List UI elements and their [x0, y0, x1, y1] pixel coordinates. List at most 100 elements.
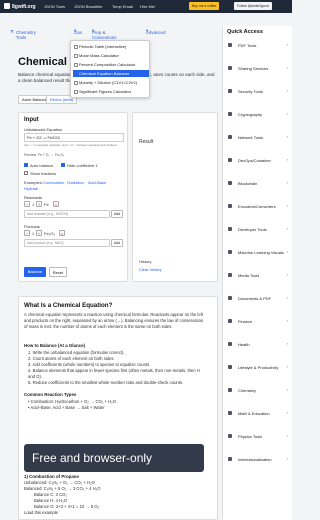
sidebar-item-documents-pdf[interactable]: Documents & PDF ›	[226, 293, 290, 303]
auto-balance-checkbox[interactable]	[24, 163, 28, 167]
sidebar-item-math-education[interactable]: Math & Education ›	[226, 408, 290, 418]
reset-button[interactable]: Reset	[49, 267, 67, 277]
sidebar-item-label: Security Tools	[238, 89, 263, 94]
example-hydrate[interactable]: Hydrate	[24, 186, 38, 191]
network-tools-icon	[228, 135, 232, 139]
sidebar-item-label: DevOps/Container	[238, 158, 271, 163]
add-reactant-input[interactable]: Add reactant (e.g., H2SO4)	[24, 210, 110, 218]
logo-icon	[4, 3, 10, 9]
sidebar-item-health[interactable]: Health ›	[226, 339, 290, 349]
sidebar-item-machine-learning-visuals[interactable]: Machine Learning Visuals ›	[226, 247, 290, 257]
chevron-right-icon: ›	[286, 249, 288, 254]
physics-tools-icon	[228, 434, 232, 438]
example-acid-base[interactable]: Acid-Base	[88, 180, 106, 185]
clear-history-link[interactable]: Clear history	[139, 267, 161, 272]
sidebar-item-label: Machine Learning Visuals	[238, 250, 284, 255]
quick-access-heading: Quick Access	[227, 29, 263, 35]
cryptography-icon	[228, 112, 232, 116]
chevron-right-icon: ›	[286, 88, 288, 93]
examples-label: Examples:	[24, 180, 43, 185]
ex1-line-h: Balance H: 4 H₂O	[34, 498, 68, 503]
chevron-right-icon: ›	[286, 364, 288, 369]
media-tools-icon	[228, 273, 232, 277]
nav-gas-dropdown[interactable]: Gas ▾	[74, 28, 82, 35]
menu-item-molarity[interactable]: Molarity + Dilution (C1V1=C2V2)	[73, 79, 149, 86]
sidebar-item-sharing-services[interactable]: Sharing Services ›	[226, 63, 290, 73]
type-acid-base: • Acid–Base: Acid + Base → Salt + Water	[28, 405, 105, 410]
menu-item-periodic-table[interactable]: Periodic Table (Interactive)	[73, 43, 149, 50]
add-product-input[interactable]: Add product (e.g., NaCl)	[24, 239, 110, 247]
menu-item-percent-composition[interactable]: Percent Composition Calculator	[73, 61, 149, 68]
heading-how-to: How to Balance (At a Glance)	[24, 343, 85, 348]
sidebar-item-label: PDF Tools	[238, 43, 257, 48]
show-fractions-checkbox[interactable]	[24, 171, 28, 175]
sidebar-item-label: Math & Education	[238, 411, 270, 416]
hide-coef-checkbox[interactable]	[61, 163, 65, 167]
example-oxidation[interactable]: Oxidation	[67, 180, 84, 185]
sidebar-item-chemistry[interactable]: Chemistry ›	[226, 385, 290, 395]
sidebar-item-pdf-tools[interactable]: PDF Tools ›	[226, 40, 290, 50]
remove-product-icon[interactable]: ×	[59, 230, 65, 236]
tool-nav: Chemistry Tools ⚗ Gas ▾ Prep & Conversio…	[10, 28, 166, 40]
sidebar-item-developer-tools[interactable]: Developer Tools ›	[226, 224, 290, 234]
sidebar-item-physics-tools[interactable]: Physics Tools ›	[226, 431, 290, 441]
sidebar-item-label: Cryptography	[238, 112, 263, 117]
load-example-link[interactable]: Load this example	[24, 510, 206, 516]
product-increase-button[interactable]: +	[36, 230, 42, 236]
sidebar-item-internationalization[interactable]: Internationalization ›	[226, 454, 290, 464]
chevron-right-icon: ›	[286, 203, 288, 208]
sidebar-item-label: Sharing Services	[238, 66, 269, 71]
example-combustion[interactable]: Combustion	[43, 180, 64, 185]
math-education-icon	[228, 411, 232, 415]
sidebar-item-network-tools[interactable]: Network Tools ›	[226, 132, 290, 142]
sidebar-item-media-tools[interactable]: Media Tools ›	[226, 270, 290, 280]
equation-hint: Use '->' to separate reactants, and '+' …	[24, 143, 117, 147]
sidebar-item-label: Documents & PDF	[238, 296, 272, 301]
product-formula: Fe₂O₃	[44, 231, 55, 236]
sidebar-item-cryptography[interactable]: Cryptography ›	[226, 109, 290, 119]
step-4: 4. Balance elements that appear in fewer…	[28, 368, 200, 379]
sidebar-item-security-tools[interactable]: Security Tools ›	[226, 86, 290, 96]
sidebar-item-finance[interactable]: Finance ›	[226, 316, 290, 326]
nav-advanced-dropdown[interactable]: Advanced ▾	[146, 28, 166, 35]
topbar-link-json-tools[interactable]: JSON Tools	[44, 4, 65, 9]
sidebar-item-label: Blockchain	[238, 181, 258, 186]
lifestyle-productivity-icon	[228, 365, 232, 369]
sidebar-item-blockchain[interactable]: Blockchain ›	[226, 178, 290, 188]
pdf-tools-icon	[228, 43, 232, 47]
calculator-icon	[74, 53, 78, 58]
topbar-link-json-beautifier[interactable]: JSON Beautifier	[74, 4, 103, 9]
topbar-link-temp-email[interactable]: Temp Email	[112, 4, 133, 9]
product-coefficient: 1	[32, 231, 35, 236]
equation-input[interactable]: Fe + O2 -> Fe2O3	[24, 133, 124, 142]
add-reactant-button[interactable]: Add	[111, 210, 123, 218]
menu-item-molar-mass[interactable]: Molar Mass Calculator	[73, 52, 149, 59]
gas-dropdown-menu: Periodic Table (Interactive) Molar Mass …	[70, 40, 150, 98]
reactant-decrease-button[interactable]: −	[24, 201, 30, 207]
chevron-right-icon: ›	[286, 65, 288, 70]
sidebar-item-encoders-converters[interactable]: Encoders/Converters ›	[226, 201, 290, 211]
nav-prep-dropdown[interactable]: Prep & Conversions ▾	[92, 28, 116, 40]
reactant-increase-button[interactable]: +	[36, 201, 42, 207]
buy-coffee-button[interactable]: Buy me a coffee	[189, 2, 220, 10]
remove-reactant-icon[interactable]: ×	[53, 201, 59, 207]
health-icon	[228, 342, 232, 346]
chevron-right-icon: ›	[286, 226, 288, 231]
page-title: Chemical Er	[18, 56, 147, 68]
menu-item-equation-balancer[interactable]: Chemical Equation Balancer	[73, 70, 149, 77]
unbalanced-label: Unbalanced Equation	[24, 127, 63, 132]
table-icon	[74, 44, 78, 49]
follow-button[interactable]: Follow @anish2good	[234, 2, 272, 10]
balance-button[interactable]: Balance	[24, 267, 46, 277]
products-label: Products	[24, 224, 40, 229]
site-logo[interactable]: 8gwifi.org	[4, 3, 36, 10]
add-product-button[interactable]: Add	[111, 239, 123, 247]
product-decrease-button[interactable]: −	[24, 230, 30, 236]
sidebar-item-label: Network Tools	[238, 135, 264, 140]
sidebar-item-devops-container[interactable]: DevOps/Container ›	[226, 155, 290, 165]
sidebar-item-lifestyle-productivity[interactable]: Lifestyle & Productivity ›	[226, 362, 290, 372]
sidebar-item-label: Physics Tools	[238, 434, 263, 439]
menu-item-sig-figs[interactable]: Significant Figures Calculator	[73, 88, 149, 95]
para-what-is: A chemical equation represents a reactio…	[24, 312, 204, 329]
topbar-link-hire-me[interactable]: Hire Me!	[140, 4, 155, 9]
